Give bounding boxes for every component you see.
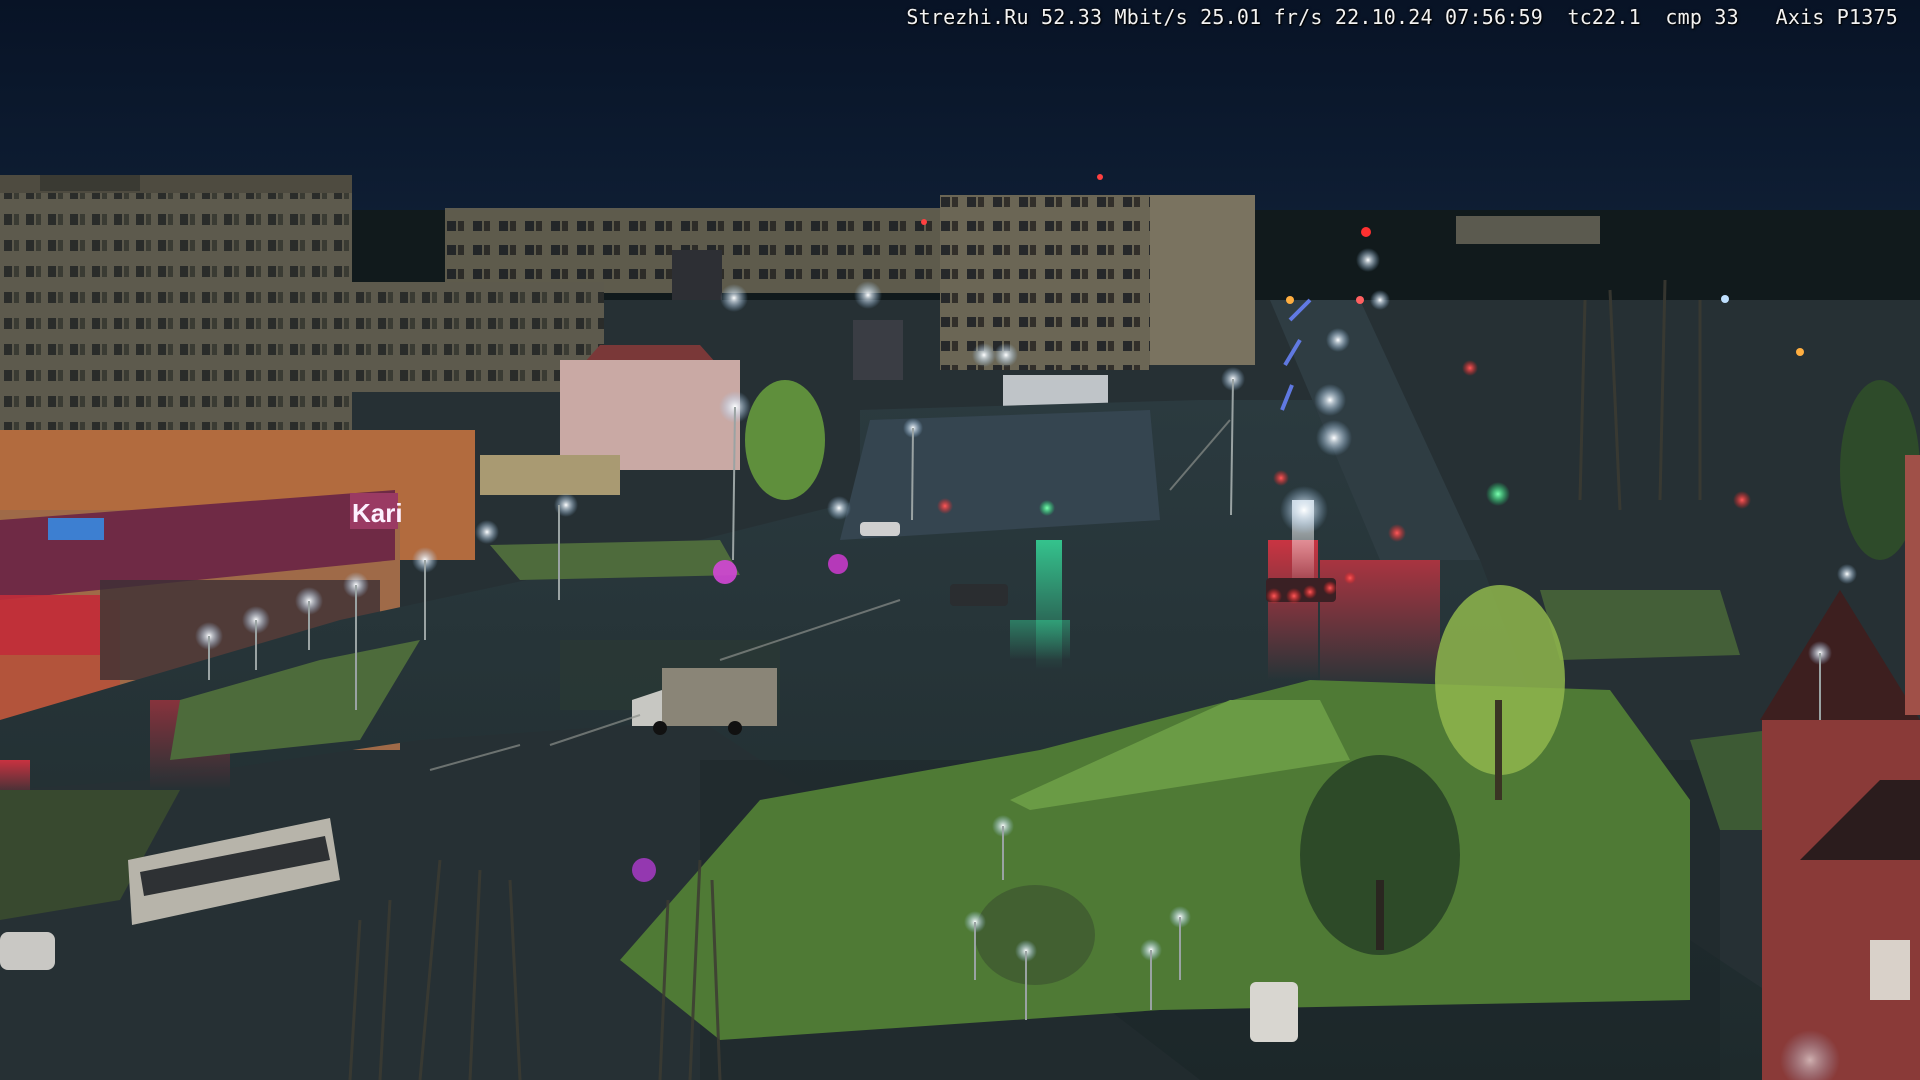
webcam-frame: Kari Strezhi.Ru 52.33 Mbit/s 25.01 fr/s … <box>0 0 1920 1080</box>
compression: cmp 33 <box>1665 5 1739 29</box>
camera-model: Axis P1375 <box>1775 5 1898 29</box>
white-car <box>1250 982 1298 1042</box>
parked-car <box>0 932 55 970</box>
store-sign-text: Kari <box>352 498 403 528</box>
night-street-scene: Kari <box>0 0 1920 1080</box>
dark-car <box>950 584 1008 606</box>
sedan <box>860 522 900 536</box>
temperature: tc22.1 <box>1567 5 1641 29</box>
time: 07:56:59 <box>1445 5 1543 29</box>
date: 22.10.24 <box>1334 5 1433 29</box>
site-name: Strezhi.Ru <box>906 5 1029 29</box>
bitrate: 52.33 Mbit/s <box>1041 5 1188 29</box>
camera-info-overlay: Strezhi.Ru 52.33 Mbit/s 25.01 fr/s 22.10… <box>906 2 1898 32</box>
framerate: 25.01 fr/s <box>1200 5 1323 29</box>
